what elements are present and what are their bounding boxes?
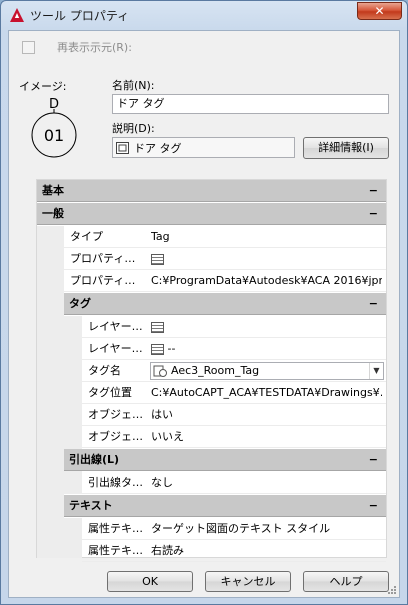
description-value: ドア タグ xyxy=(134,141,182,155)
category-tag[interactable]: タグ − xyxy=(64,293,386,315)
property-label: プロパティ… xyxy=(70,274,136,287)
property-row-attr1[interactable]: 属性テキ… ターゲット図面のテキスト スタイル xyxy=(82,518,386,540)
property-value: いいえ xyxy=(151,430,184,443)
cancel-button[interactable]: キャンセル xyxy=(205,571,291,592)
redisplay-option: 再表示示元(R): xyxy=(22,39,132,55)
property-value: C:¥ProgramData¥Autodesk¥ACA 2016¥jpn¥… xyxy=(151,274,382,287)
property-row-path[interactable]: プロパティ… C:¥ProgramData¥Autodesk¥ACA 2016¥… xyxy=(64,270,386,292)
tag-name-value: Aec3_Room_Tag xyxy=(171,364,260,377)
category-tag-label: タグ xyxy=(69,297,91,310)
indent-gutter xyxy=(37,449,64,495)
property-label: タグ位置 xyxy=(88,386,132,399)
property-value: なし xyxy=(151,476,173,489)
property-value xyxy=(151,316,382,338)
collapse-icon[interactable]: − xyxy=(369,293,378,315)
property-label: オブジェ… xyxy=(88,430,143,443)
help-button[interactable]: ヘルプ xyxy=(303,571,389,592)
indent-gutter xyxy=(37,293,64,316)
property-value: Tag xyxy=(151,230,170,243)
collapse-icon[interactable]: − xyxy=(369,449,378,471)
property-label: タグ名 xyxy=(88,364,121,377)
collapse-icon[interactable]: − xyxy=(369,203,378,225)
property-value: -- xyxy=(151,338,382,360)
name-input[interactable]: ドア タグ xyxy=(112,94,389,114)
tag-icon xyxy=(153,365,167,377)
property-label: 属性テキ… xyxy=(88,544,143,557)
chevron-down-icon[interactable]: ▼ xyxy=(369,363,383,379)
list-icon[interactable] xyxy=(151,343,164,355)
category-leader-label: 引出線(L) xyxy=(69,453,120,466)
property-grid: 基本 − 一般 − タイプ Tag プロパティ… プロパティ… C:¥Progr… xyxy=(36,179,387,562)
indent-gutter xyxy=(64,472,82,494)
name-label: 名前(N): xyxy=(112,79,155,92)
collapse-icon[interactable]: − xyxy=(369,180,378,202)
property-label: 属性テキ… xyxy=(88,522,143,535)
property-label: 引出線タ… xyxy=(88,476,143,489)
title-bar[interactable]: ツール プロパティ ✕ xyxy=(1,1,407,29)
window-title: ツール プロパティ xyxy=(30,9,130,23)
property-row-attr2[interactable]: 属性テキ… 右読み xyxy=(82,540,386,562)
description-label: 説明(D): xyxy=(112,122,155,135)
ok-button[interactable]: OK xyxy=(107,571,193,592)
category-basic[interactable]: 基本 − xyxy=(37,180,386,202)
autocad-app-icon xyxy=(10,8,24,22)
property-label: タイプ xyxy=(70,230,103,243)
tag-preview-letter: D xyxy=(49,97,59,112)
edit-icon xyxy=(116,141,129,154)
list-icon[interactable] xyxy=(151,321,164,333)
property-value: C:¥AutoCAPT_ACA¥TESTDATA¥Drawings¥… xyxy=(151,386,382,399)
property-value: ターゲット図面のテキスト スタイル xyxy=(151,522,331,535)
close-icon: ✕ xyxy=(374,4,385,18)
property-row-tagname[interactable]: タグ名 Aec3_Room_Tag ▼ xyxy=(82,360,386,382)
indent-gutter xyxy=(37,495,64,518)
redisplay-checkbox[interactable] xyxy=(22,40,35,54)
property-value: 右読み xyxy=(151,544,184,557)
property-row-object2[interactable]: オブジェ… いいえ xyxy=(82,426,386,448)
property-row-layer2[interactable]: レイヤー… -- xyxy=(82,338,386,360)
category-text-label: テキスト xyxy=(69,499,113,512)
property-row-set[interactable]: プロパティ… xyxy=(64,248,386,270)
dialog-client: 再表示示元(R): イメージ: D 01 名前(N): ドア タグ 説明(D):… xyxy=(8,30,400,598)
collapse-icon[interactable]: − xyxy=(369,495,378,517)
details-button[interactable]: 詳細情報(I) xyxy=(303,137,389,159)
property-value: はい xyxy=(151,408,173,421)
property-row-layer1[interactable]: レイヤー… xyxy=(82,316,386,338)
image-label: イメージ: xyxy=(19,80,67,93)
tag-name-select[interactable]: Aec3_Room_Tag ▼ xyxy=(150,362,384,380)
indent-gutter xyxy=(37,518,82,558)
close-button[interactable]: ✕ xyxy=(357,2,402,20)
redisplay-label: 再表示示元(R): xyxy=(57,41,132,54)
list-icon[interactable] xyxy=(151,253,164,265)
description-field[interactable]: ドア タグ xyxy=(112,137,295,158)
tool-properties-window: ツール プロパティ ✕ 再表示示元(R): イメージ: D 01 名前(N): … xyxy=(0,0,408,605)
property-label: オブジェ… xyxy=(88,408,143,421)
property-label: プロパティ… xyxy=(70,252,136,265)
property-row-tagpos[interactable]: タグ位置 C:¥AutoCAPT_ACA¥TESTDATA¥Drawings¥… xyxy=(82,382,386,404)
property-row-type[interactable]: タイプ Tag xyxy=(64,226,386,248)
tag-preview-number: 01 xyxy=(44,126,64,145)
category-text[interactable]: テキスト − xyxy=(64,495,386,517)
property-label: レイヤー… xyxy=(88,320,143,333)
property-label: レイヤー… xyxy=(88,342,143,355)
layer-value: -- xyxy=(167,342,176,355)
property-row-leader[interactable]: 引出線タ… なし xyxy=(82,472,386,494)
category-basic-label: 基本 xyxy=(42,184,64,197)
category-general-label: 一般 xyxy=(42,207,64,220)
category-general[interactable]: 一般 − xyxy=(37,203,386,225)
resize-grip-icon[interactable] xyxy=(387,585,397,595)
property-row-object1[interactable]: オブジェ… はい xyxy=(82,404,386,426)
tag-preview-image: D 01 xyxy=(31,97,77,158)
category-leader[interactable]: 引出線(L) − xyxy=(64,449,386,471)
property-value xyxy=(151,248,382,270)
